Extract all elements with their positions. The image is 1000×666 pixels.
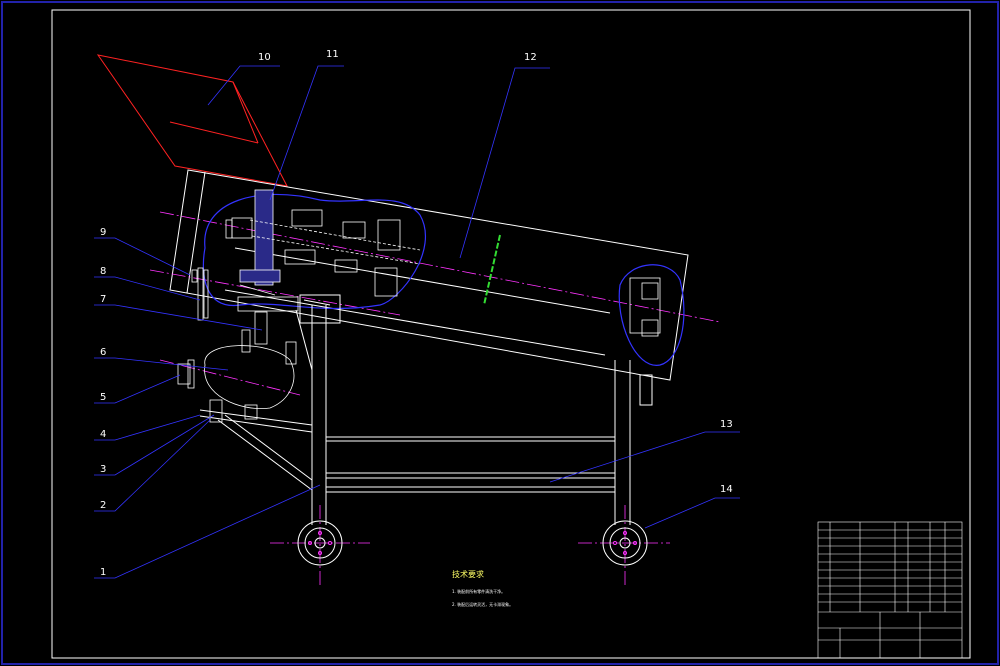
technical-notes: 技术要求 1. 装配前所有零件清洗干净。 2. 装配后运转灵活，无卡滞现象。 bbox=[452, 569, 513, 607]
hopper bbox=[96, 54, 288, 187]
part-label-3: 3 bbox=[100, 464, 106, 475]
gear-shaft-assembly bbox=[225, 189, 661, 337]
drawing-frame bbox=[51, 9, 971, 659]
part-label-10: 10 bbox=[258, 52, 271, 63]
part-label-11: 11 bbox=[326, 49, 339, 60]
centerlines bbox=[149, 211, 721, 585]
notes-line-2: 2. 装配后运转灵活，无卡滞现象。 bbox=[452, 601, 513, 607]
part-label-4: 4 bbox=[100, 429, 106, 440]
part-label-12: 12 bbox=[524, 52, 537, 63]
part-label-8: 8 bbox=[100, 266, 106, 277]
title-block bbox=[817, 521, 963, 659]
part-label-13: 13 bbox=[720, 419, 733, 430]
part-label-6: 6 bbox=[100, 347, 106, 358]
outer-border bbox=[1, 1, 999, 665]
part-label-1: 1 bbox=[100, 567, 106, 578]
notes-line-1: 1. 装配前所有零件清洗干净。 bbox=[452, 588, 505, 594]
support-frame bbox=[199, 294, 653, 525]
part-label-5: 5 bbox=[100, 392, 106, 403]
assembly-drawing: 1 2 3 4 5 6 7 8 9 10 11 12 13 14 技术要求 1.… bbox=[1, 1, 999, 665]
part-label-2: 2 bbox=[100, 500, 106, 511]
part-label-14: 14 bbox=[720, 484, 733, 495]
part-label-7: 7 bbox=[100, 294, 106, 305]
part-label-9: 9 bbox=[100, 227, 106, 238]
motor bbox=[177, 345, 295, 423]
notes-title: 技术要求 bbox=[452, 569, 484, 579]
shaft-marker bbox=[483, 234, 501, 306]
leader-lines bbox=[94, 65, 740, 579]
